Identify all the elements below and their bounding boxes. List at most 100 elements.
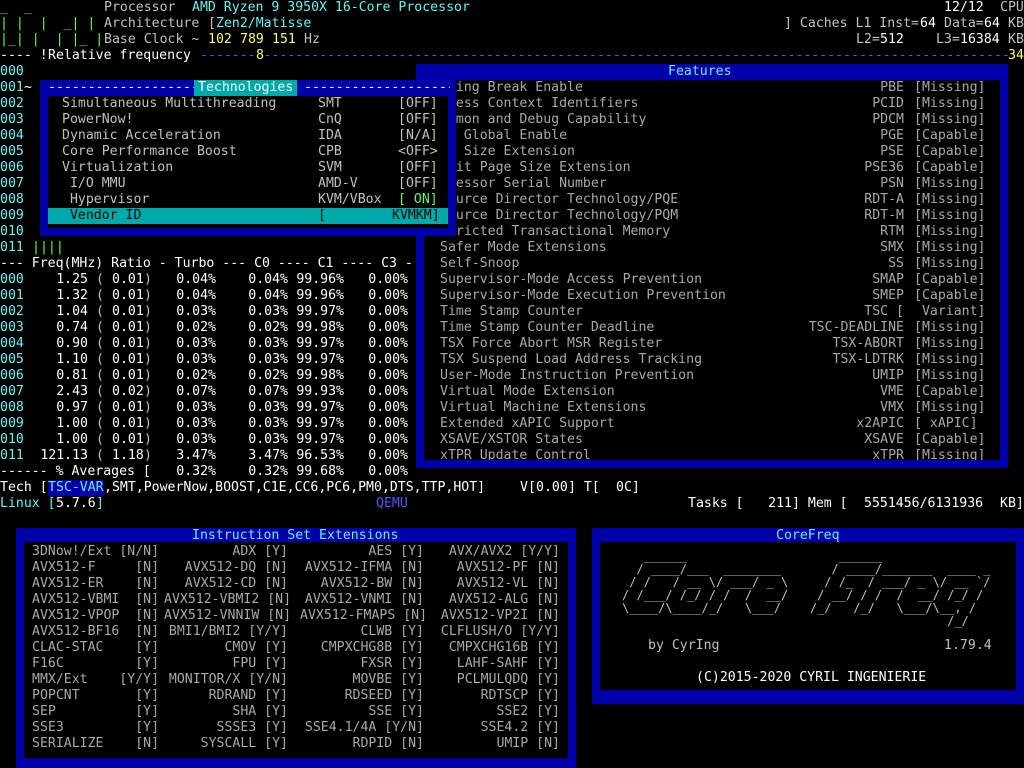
l1-kb-label: KB (1008, 16, 1024, 31)
tech-row[interactable]: PowerNow! CnQ [OFF] (48, 112, 448, 128)
feature-row[interactable]: Virtual Machine Extensions VMX [Missing] (424, 400, 1000, 416)
isa-cell: CMPXCHG16B [Y] (448, 640, 560, 655)
freq-value: 0.97 (56, 400, 88, 415)
tech-row[interactable]: Dynamic Acceleration IDA [N/A] (48, 128, 448, 144)
technologies-list[interactable]: Simultaneous Multithreading SMT [OFF] Power… (48, 96, 448, 228)
turbo-value: 0.03% (176, 416, 216, 431)
tech-abbr: CnQ (318, 112, 342, 127)
freq-core-id: 008 (0, 400, 24, 415)
feature-row[interactable]: ge Global Enable PGE [Capable] (424, 128, 1000, 144)
c3-value: 0.00% (368, 432, 408, 447)
feature-name: XSAVE/XSTOR States (440, 432, 583, 447)
ratio-open: ( (96, 320, 104, 335)
isa-cell: 3DNow!/Ext [N/N] (32, 544, 160, 559)
tech-row[interactable]: I/O MMU AMD-V [OFF] (48, 176, 448, 192)
feature-row[interactable]: User-Mode Instruction Prevention UMIP [Mis… (424, 368, 1000, 384)
c1-value: 99.97% (296, 416, 344, 431)
c1-value: 99.97% (296, 400, 344, 415)
tech-abbr: AMD-V (318, 176, 358, 191)
feature-row[interactable]: TSX Force Abort MSR Register TSX-ABORT [Mi… (424, 336, 1000, 352)
feature-row[interactable]: Safer Mode Extensions SMX [Missing] (424, 240, 1000, 256)
feature-name: Safer Mode Extensions (440, 240, 607, 255)
feature-row[interactable]: nding Break Enable PBE [Missing] (424, 80, 1000, 96)
feature-name: nding Break Enable (440, 80, 583, 95)
feature-abbr: PCID (872, 96, 904, 111)
feature-value: [Capable] (914, 160, 986, 175)
feature-row[interactable]: ocessor Serial Number PSN [Missing] (424, 176, 1000, 192)
tech-row[interactable]: Simultaneous Multithreading SMT [OFF] (48, 96, 448, 112)
technologies-popup[interactable]: ------------------------------------ Tec… (40, 80, 456, 236)
ratio-value: 0.01 (112, 416, 144, 431)
core-id: 004 (0, 128, 24, 143)
isa-cell: AVX512-BW [N] (320, 576, 424, 591)
feature-name: ge Global Enable (440, 128, 568, 143)
tech-row[interactable]: Hypervisor KVM/VBox [ ON] (48, 192, 448, 208)
feature-abbr: SS (888, 256, 904, 271)
tech-abbr: CPB (318, 144, 342, 159)
isa-cell: SSE4.2 [Y] (480, 720, 560, 735)
ratio-close: ) (144, 288, 152, 303)
tech-row[interactable]: Vendor ID [KVMKM] (48, 208, 448, 224)
core-id: 008 (0, 192, 24, 207)
isa-cell: AVX512-VBMI2 [N] (164, 592, 292, 607)
corefreq-copyright: (C)2015-2020 CYRIL INGENIERIE (696, 670, 927, 685)
feature-value: [Missing] (914, 448, 986, 460)
ratio-open: ( (96, 416, 104, 431)
freq-core-id: 010 (0, 432, 24, 447)
feature-row[interactable]: source Director Technology/PQM RDT-M [Miss… (424, 208, 1000, 224)
feature-name: Time Stamp Counter (440, 304, 583, 319)
feature-row[interactable]: Supervisor-Mode Execution Prevention SMEP… (424, 288, 1000, 304)
ratio-close: ) (144, 448, 152, 463)
c3-value: 0.00% (368, 384, 408, 399)
feature-row[interactable]: XSAVE/XSTOR States XSAVE [Capable] (424, 432, 1000, 448)
feature-name: xTPR Update Control (440, 448, 591, 460)
feature-row[interactable]: Time Stamp Counter TSC [ Variant] (424, 304, 1000, 320)
tech-row[interactable]: Core Performance Boost CPB <OFF> (48, 144, 448, 160)
feature-row[interactable]: Self-Snoop SS [Missing] (424, 256, 1000, 272)
feature-row[interactable]: TSX Suspend Load Address Tracking TSX-LDT… (424, 352, 1000, 368)
isa-cell: MOVBE [Y] (352, 672, 424, 687)
caches-label: ] Caches L1 Inst= (784, 16, 919, 31)
feature-value: [Missing] (914, 240, 986, 255)
tech-name: PowerNow! (62, 112, 134, 127)
isa-cell: LAHF-SAHF [Y] (456, 656, 560, 671)
feature-row[interactable]: Time Stamp Counter Deadline TSC-DEADLINE [… (424, 320, 1000, 336)
feature-row[interactable]: ocess Context Identifiers PCID [Missing] (424, 96, 1000, 112)
relative-frequency-label: Relative frequency (48, 48, 191, 63)
feature-row[interactable]: source Director Technology/PQE RDT-A [Miss… (424, 192, 1000, 208)
tech-value: [OFF] (398, 112, 438, 127)
c0-value: 0.04% (248, 288, 288, 303)
turbo-value: 0.07% (176, 384, 216, 399)
freq-value: 1.00 (56, 416, 88, 431)
isa-cell: AVX512-DQ [N] (184, 560, 288, 575)
tech-row[interactable]: Virtualization SVM [OFF] (48, 160, 448, 176)
ratio-value: 0.01 (112, 320, 144, 335)
isa-cell: UMIP [N] (496, 736, 560, 751)
core-id: 002 (0, 96, 24, 111)
feature-row[interactable]: stricted Transactional Memory RTM [Missing… (424, 224, 1000, 240)
feature-row[interactable]: Virtual Mode Extension VME [Capable] (424, 384, 1000, 400)
feature-abbr: XSAVE (864, 432, 904, 447)
c0-value: 0.03% (248, 432, 288, 447)
isa-cell: SHA [Y] (232, 704, 288, 719)
features-list[interactable]: nding Break Enable PBE [Missing] ocess Cont… (424, 80, 1000, 460)
feature-row[interactable]: Extended xAPIC Support x2APIC [ xAPIC] (424, 416, 1000, 432)
core-bars-top: _ _ (0, 0, 32, 15)
feature-row[interactable]: Supervisor-Mode Access Prevention SMAP [Ca… (424, 272, 1000, 288)
core-001-marker: ~ (24, 80, 32, 95)
architecture-label: Architecture (104, 16, 200, 31)
feature-row[interactable]: rfmon and Debug Capability PDCM [Missing] (424, 112, 1000, 128)
tech-line-label: Tech [ (0, 480, 48, 495)
c1-value: 99.98% (296, 320, 344, 335)
tech-name: Simultaneous Multithreading (62, 96, 277, 111)
cpu-label: CPU (1000, 0, 1024, 15)
features-panel: Features nding Break Enable PBE [Missing] o… (416, 64, 1008, 468)
ratio-open: ( (96, 368, 104, 383)
feature-row[interactable]: -bit Page Size Extension PSE36 [Capable] (424, 160, 1000, 176)
isa-cell: AVX512-CD [N] (184, 576, 288, 591)
feature-row[interactable]: ge Size Extension PSE [Capable] (424, 144, 1000, 160)
c3-value: 0.00% (368, 416, 408, 431)
feature-abbr: UMIP (872, 368, 904, 383)
core-bars-bot: |_| | | |_ | (0, 32, 104, 47)
feature-row[interactable]: xTPR Update Control xTPR [Missing] (424, 448, 1000, 460)
